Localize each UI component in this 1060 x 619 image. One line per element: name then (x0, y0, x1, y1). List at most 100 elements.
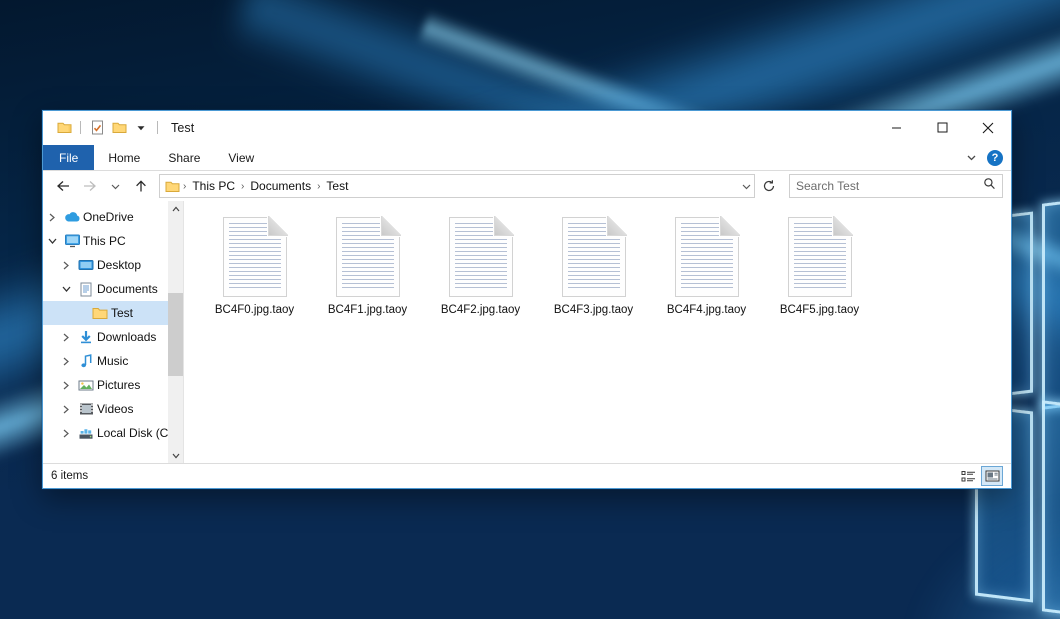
quick-access-separator (80, 121, 81, 134)
large-icons-view-button[interactable] (981, 466, 1003, 486)
recent-locations-button[interactable] (103, 174, 127, 198)
file-name: BC4F5.jpg.taoy (780, 304, 859, 316)
sidebar-item-downloads[interactable]: Downloads (43, 325, 183, 349)
file-name: BC4F0.jpg.taoy (215, 304, 294, 316)
sidebar-item-local-disk-c[interactable]: Local Disk (C:) (43, 421, 183, 445)
chevron-right-icon[interactable] (57, 429, 75, 438)
close-button[interactable] (965, 111, 1011, 144)
breadcrumb-item-this-pc[interactable]: This PC (187, 179, 240, 193)
chevron-down-icon[interactable] (130, 117, 152, 139)
generic-document-icon (223, 217, 287, 297)
sidebar-item-label: Pictures (97, 378, 140, 392)
sidebar-item-test[interactable]: Test (43, 301, 183, 325)
drive-icon (75, 427, 97, 440)
file-list-view[interactable]: BC4F0.jpg.taoy BC4F1.jpg.taoy BC4F2.jpg.… (184, 201, 1011, 463)
sidebar-item-onedrive[interactable]: OneDrive (43, 205, 183, 229)
sidebar-item-label: Documents (97, 282, 158, 296)
file-item[interactable]: BC4F3.jpg.taoy (537, 215, 650, 316)
chevron-down-icon[interactable] (43, 237, 61, 245)
sidebar-item-music[interactable]: Music (43, 349, 183, 373)
scroll-down-arrow-icon[interactable] (168, 448, 183, 463)
sidebar-item-label: This PC (83, 234, 126, 248)
documents-icon (75, 282, 97, 297)
windows-logo-pane-bottom-right (1042, 400, 1060, 619)
breadcrumb-item-test[interactable]: Test (321, 179, 353, 193)
view-mode-buttons (958, 466, 1003, 486)
sidebar-item-this-pc[interactable]: This PC (43, 229, 183, 253)
generic-document-icon (336, 217, 400, 297)
chevron-right-icon[interactable] (57, 333, 75, 342)
folder-icon (89, 306, 111, 320)
file-item[interactable]: BC4F0.jpg.taoy (198, 215, 311, 316)
file-item[interactable]: BC4F1.jpg.taoy (311, 215, 424, 316)
search-icon[interactable] (983, 177, 996, 195)
help-icon[interactable]: ? (987, 150, 1003, 166)
desktop-icon (75, 259, 97, 272)
pictures-icon (75, 379, 97, 392)
sidebar-item-label: Test (111, 306, 133, 320)
ribbon-tabs: File Home Share View ? (43, 145, 1011, 171)
refresh-button[interactable] (757, 175, 781, 197)
chevron-right-icon[interactable] (57, 381, 75, 390)
sidebar-item-pictures[interactable]: Pictures (43, 373, 183, 397)
generic-document-icon (788, 217, 852, 297)
item-count-label: 6 items (51, 470, 88, 482)
sidebar-item-label: Desktop (97, 258, 141, 272)
generic-document-icon (449, 217, 513, 297)
scrollbar-track[interactable] (168, 216, 183, 448)
sidebar-item-videos[interactable]: Videos (43, 397, 183, 421)
videos-icon (75, 402, 97, 416)
forward-button (77, 174, 101, 198)
status-bar: 6 items (43, 463, 1011, 488)
tab-file[interactable]: File (43, 145, 94, 170)
chevron-down-icon[interactable] (959, 146, 983, 170)
chevron-right-icon[interactable] (43, 213, 61, 222)
navigation-pane-scrollbar[interactable] (168, 201, 183, 463)
file-item[interactable]: BC4F5.jpg.taoy (763, 215, 876, 316)
up-button[interactable] (129, 174, 153, 198)
breadcrumb-dropdown-button[interactable] (741, 181, 752, 192)
window-controls (873, 111, 1011, 144)
file-name: BC4F2.jpg.taoy (441, 304, 520, 316)
file-name: BC4F4.jpg.taoy (667, 304, 746, 316)
chevron-down-icon[interactable] (57, 285, 75, 293)
new-folder-icon[interactable] (108, 117, 130, 139)
address-bar: › This PC › Documents › Test Search Test (43, 171, 1011, 201)
sidebar-item-label: OneDrive (83, 210, 134, 224)
breadcrumb[interactable]: › This PC › Documents › Test (159, 174, 755, 198)
folder-icon[interactable] (53, 117, 75, 139)
window-title: Test (171, 121, 194, 135)
search-input[interactable]: Search Test (789, 174, 1003, 198)
generic-document-icon (562, 217, 626, 297)
window-body: OneDrive This PC (43, 201, 1011, 463)
generic-document-icon (675, 217, 739, 297)
file-name: BC4F1.jpg.taoy (328, 304, 407, 316)
tab-home[interactable]: Home (94, 145, 154, 170)
search-placeholder: Search Test (796, 179, 983, 193)
monitor-icon (61, 234, 83, 248)
minimize-button[interactable] (873, 111, 919, 144)
cloud-icon (61, 211, 83, 223)
scrollbar-thumb[interactable] (168, 293, 183, 377)
folder-icon (162, 180, 182, 193)
file-name: BC4F3.jpg.taoy (554, 304, 633, 316)
chevron-right-icon[interactable] (57, 261, 75, 270)
sidebar-item-label: Music (97, 354, 128, 368)
properties-icon[interactable] (86, 117, 108, 139)
sidebar-item-desktop[interactable]: Desktop (43, 253, 183, 277)
file-explorer-window: Test File Home Share View ? (42, 110, 1012, 489)
details-view-button[interactable] (958, 467, 978, 485)
title-bar[interactable]: Test (43, 111, 1011, 145)
file-item[interactable]: BC4F2.jpg.taoy (424, 215, 537, 316)
maximize-button[interactable] (919, 111, 965, 144)
tab-view[interactable]: View (214, 145, 268, 170)
back-button[interactable] (51, 174, 75, 198)
scroll-up-arrow-icon[interactable] (168, 201, 183, 216)
breadcrumb-item-documents[interactable]: Documents (245, 179, 316, 193)
chevron-right-icon[interactable] (57, 405, 75, 414)
sidebar-item-documents[interactable]: Documents (43, 277, 183, 301)
tab-share[interactable]: Share (154, 145, 214, 170)
chevron-right-icon[interactable] (57, 357, 75, 366)
file-item[interactable]: BC4F4.jpg.taoy (650, 215, 763, 316)
quick-access-toolbar (43, 117, 163, 139)
